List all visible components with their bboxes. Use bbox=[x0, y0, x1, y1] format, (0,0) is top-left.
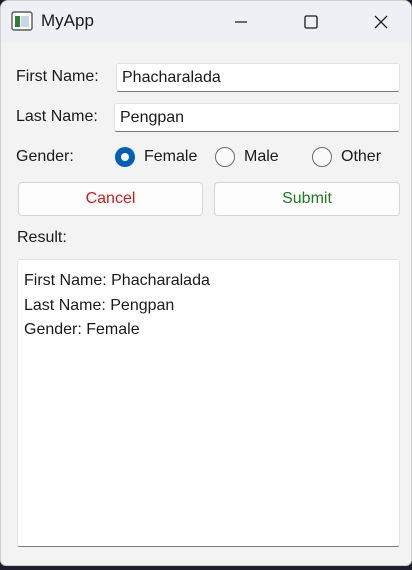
radio-unselected-icon bbox=[312, 147, 332, 167]
maximize-button[interactable] bbox=[288, 1, 334, 43]
gender-radio-male[interactable]: Male bbox=[215, 147, 279, 167]
result-line: Gender: Female bbox=[24, 321, 140, 338]
radio-unselected-icon bbox=[215, 147, 235, 167]
gender-radio-other[interactable]: Other bbox=[312, 147, 381, 167]
result-label: Result: bbox=[17, 229, 67, 246]
maximize-icon bbox=[304, 15, 318, 29]
result-output[interactable]: First Name: Phacharalada Last Name: Peng… bbox=[17, 259, 400, 547]
radio-label: Female bbox=[144, 148, 198, 165]
result-line: First Name: Phacharalada bbox=[24, 272, 210, 289]
first-name-label: First Name: bbox=[16, 68, 99, 85]
app-window-icon bbox=[11, 11, 33, 31]
radio-label: Other bbox=[341, 148, 382, 165]
gender-radio-female[interactable]: Female bbox=[115, 147, 197, 167]
submit-button[interactable]: Submit bbox=[214, 182, 400, 216]
minimize-icon bbox=[235, 21, 247, 23]
last-name-label: Last Name: bbox=[16, 108, 98, 125]
minimize-button[interactable] bbox=[218, 1, 264, 43]
first-name-input[interactable] bbox=[116, 63, 400, 92]
radio-selected-icon bbox=[115, 147, 135, 167]
app-window: MyApp First Name: Last Name: Gender: Fem… bbox=[0, 0, 412, 566]
close-icon bbox=[374, 15, 388, 29]
close-button[interactable] bbox=[358, 1, 404, 43]
last-name-input[interactable] bbox=[114, 103, 400, 132]
result-line: Last Name: Pengpan bbox=[24, 296, 175, 314]
cancel-button[interactable]: Cancel bbox=[18, 182, 203, 216]
radio-label: Male bbox=[244, 148, 279, 165]
window-title: MyApp bbox=[41, 11, 94, 30]
title-bar[interactable]: MyApp bbox=[1, 1, 411, 43]
gender-label: Gender: bbox=[16, 148, 74, 165]
